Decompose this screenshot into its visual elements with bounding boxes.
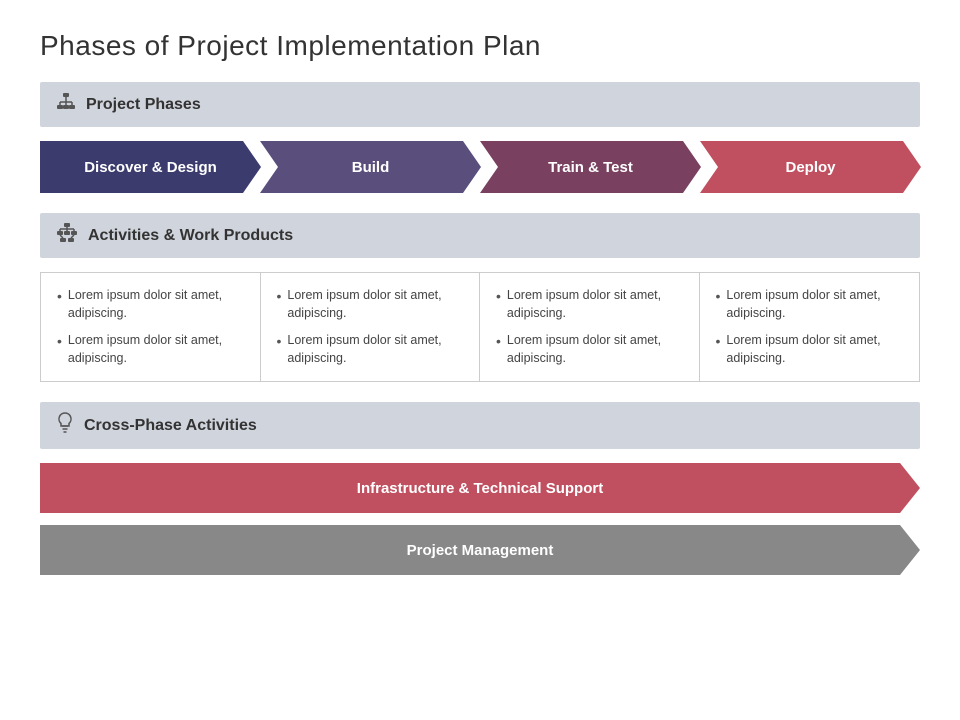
cross-phase-icon	[56, 412, 74, 439]
activities-title: Activities & Work Products	[88, 227, 293, 245]
activity-col-1: • Lorem ipsum dolor sit amet, adipiscing…	[41, 273, 261, 381]
activities-grid: • Lorem ipsum dolor sit amet, adipiscing…	[40, 272, 920, 382]
cross-phase-title: Cross-Phase Activities	[84, 417, 257, 435]
phase-arrow-train: Train & Test	[480, 141, 701, 193]
project-phases-header: Project Phases	[40, 82, 920, 127]
list-item: • Lorem ipsum dolor sit amet, adipiscing…	[716, 332, 904, 367]
bullet-icon: •	[57, 332, 62, 367]
activities-icon	[56, 223, 78, 248]
cross-phase-section: Cross-Phase Activities Infrastructure & …	[40, 402, 920, 575]
cross-phase-bars: Infrastructure & Technical Support Proje…	[40, 463, 920, 575]
bullet-icon: •	[496, 287, 501, 322]
bullet-icon: •	[716, 287, 721, 322]
bullet-icon: •	[277, 287, 282, 322]
list-item: • Lorem ipsum dolor sit amet, adipiscing…	[716, 287, 904, 322]
phase-arrow-build: Build	[260, 141, 481, 193]
cross-bar-mgmt: Project Management	[40, 525, 920, 575]
list-item: • Lorem ipsum dolor sit amet, adipiscing…	[277, 332, 464, 367]
activity-text: Lorem ipsum dolor sit amet, adipiscing.	[287, 332, 463, 367]
project-phases-icon	[56, 92, 76, 117]
activity-text: Lorem ipsum dolor sit amet, adipiscing.	[726, 332, 903, 367]
cross-bar-infra: Infrastructure & Technical Support	[40, 463, 920, 513]
page-title: Phases of Project Implementation Plan	[40, 30, 920, 62]
list-item: • Lorem ipsum dolor sit amet, adipiscing…	[277, 287, 464, 322]
bullet-icon: •	[277, 332, 282, 367]
phase-arrow-deploy: Deploy	[700, 141, 921, 193]
list-item: • Lorem ipsum dolor sit amet, adipiscing…	[496, 287, 683, 322]
activity-text: Lorem ipsum dolor sit amet, adipiscing.	[507, 332, 683, 367]
list-item: • Lorem ipsum dolor sit amet, adipiscing…	[496, 332, 683, 367]
phases-row: Discover & Design Build Train & Test Dep…	[40, 141, 920, 193]
activity-text: Lorem ipsum dolor sit amet, adipiscing.	[68, 287, 244, 322]
activity-col-4: • Lorem ipsum dolor sit amet, adipiscing…	[700, 273, 920, 381]
list-item: • Lorem ipsum dolor sit amet, adipiscing…	[57, 332, 244, 367]
list-item: • Lorem ipsum dolor sit amet, adipiscing…	[57, 287, 244, 322]
bullet-icon: •	[496, 332, 501, 367]
cross-phase-header: Cross-Phase Activities	[40, 402, 920, 449]
activity-text: Lorem ipsum dolor sit amet, adipiscing.	[287, 287, 463, 322]
activity-col-3: • Lorem ipsum dolor sit amet, adipiscing…	[480, 273, 700, 381]
activity-text: Lorem ipsum dolor sit amet, adipiscing.	[726, 287, 903, 322]
project-phases-title: Project Phases	[86, 96, 201, 114]
phase-arrow-discover: Discover & Design	[40, 141, 261, 193]
activity-col-2: • Lorem ipsum dolor sit amet, adipiscing…	[261, 273, 481, 381]
bullet-icon: •	[57, 287, 62, 322]
activity-text: Lorem ipsum dolor sit amet, adipiscing.	[68, 332, 244, 367]
bullet-icon: •	[716, 332, 721, 367]
activity-text: Lorem ipsum dolor sit amet, adipiscing.	[507, 287, 683, 322]
activities-header: Activities & Work Products	[40, 213, 920, 258]
